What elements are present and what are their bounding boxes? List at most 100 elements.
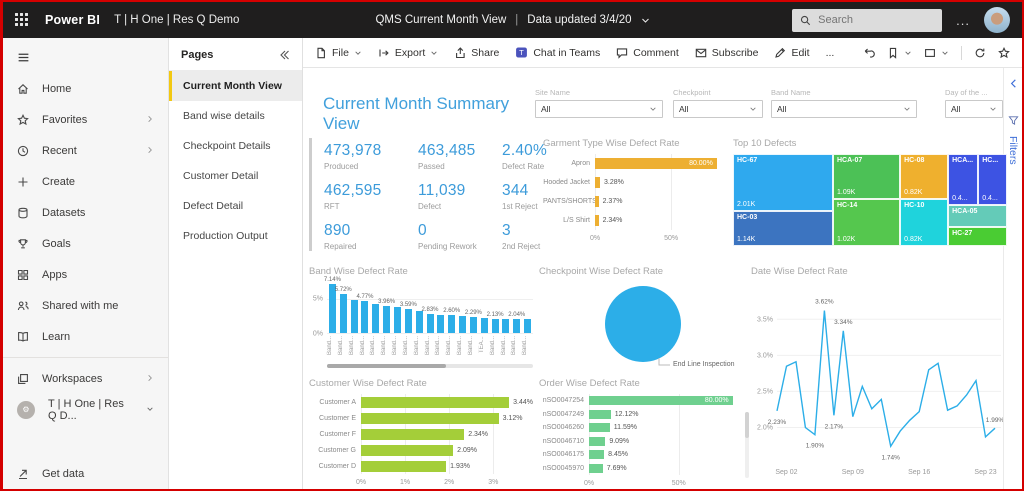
filter-funnel-icon[interactable]: [1008, 115, 1019, 126]
data-bar[interactable]: 80.00%: [595, 158, 717, 169]
data-bar[interactable]: [479, 282, 490, 333]
actionbar-edit-button[interactable]: Edit: [774, 47, 809, 59]
powerbi-logo-text[interactable]: Power BI: [45, 13, 100, 27]
data-bar[interactable]: [501, 282, 512, 333]
bookmarks-button[interactable]: [887, 47, 912, 59]
data-bar[interactable]: 2.13%: [490, 282, 501, 333]
data-bar[interactable]: [595, 215, 599, 226]
slicer-dropdown[interactable]: All: [673, 100, 763, 118]
sidebar-item-t-h-one-res-q-d-[interactable]: ⚙T | H One | Res Q D...: [3, 394, 168, 425]
kpi-summary-card[interactable]: 473,978 Produced 463,485 Passed 2.40% De…: [309, 138, 539, 254]
data-bar[interactable]: [361, 461, 446, 472]
pie-slice[interactable]: [605, 286, 681, 362]
refresh-button[interactable]: [974, 47, 986, 59]
treemap-cell-HCA05[interactable]: HCA-05: [948, 205, 1007, 227]
line-chart[interactable]: 3.5%3.0%2.5%2.0%Sep 02Sep 09Sep 16Sep 23…: [751, 282, 1003, 478]
data-bar[interactable]: [589, 464, 603, 473]
data-bar[interactable]: [589, 410, 611, 419]
actionbar-comment-button[interactable]: Comment: [616, 47, 679, 59]
page-tab-band-wise-details[interactable]: Band wise details: [169, 101, 302, 131]
slicer-dropdown[interactable]: All: [945, 100, 1003, 118]
sidebar-item-apps[interactable]: Apps: [3, 259, 168, 290]
treemap-cell-HC[interactable]: HC... 0.4...: [978, 154, 1007, 205]
search-input[interactable]: [818, 14, 918, 26]
data-bar[interactable]: [595, 196, 599, 207]
hamburger-menu-button[interactable]: [3, 42, 168, 73]
data-bar[interactable]: [589, 423, 610, 432]
page-tab-checkpoint-details[interactable]: Checkpoint Details: [169, 131, 302, 161]
data-bar[interactable]: [522, 282, 533, 333]
sidebar-item-favorites[interactable]: Favorites: [3, 104, 168, 135]
workspace-breadcrumb[interactable]: T | H One | Res Q Demo: [114, 14, 239, 26]
sidebar-item-recent[interactable]: Recent: [3, 135, 168, 166]
data-bar[interactable]: 4.77%: [360, 282, 371, 333]
actionbar-export-button[interactable]: Export: [378, 47, 438, 59]
treemap-cell-HCA[interactable]: HCA... 0.4...: [948, 154, 978, 205]
treemap-cell-HC14[interactable]: HC-14 1.02K: [833, 199, 900, 246]
data-bar[interactable]: 2.60%: [446, 282, 457, 333]
collapse-pages-icon[interactable]: [278, 49, 290, 61]
chart-scrollbar[interactable]: [327, 364, 533, 368]
actionbar-share-button[interactable]: Share: [454, 47, 499, 59]
band-defect-rate-panel[interactable]: Band Wise Defect Rate 5%0% 7.14% 5.72% 4…: [309, 266, 533, 372]
top-10-defects-panel[interactable]: Top 10 Defects HC-67 2.01K HC-03 1.14K H…: [733, 138, 1007, 254]
user-avatar[interactable]: [984, 7, 1010, 33]
date-defect-rate-panel[interactable]: Date Wise Defect Rate 3.5%3.0%2.5%2.0%Se…: [751, 266, 1007, 482]
chart-scrollbar[interactable]: [745, 412, 749, 478]
treemap-cell-HC27[interactable]: HC-27: [948, 227, 1007, 246]
sidebar-item-workspaces[interactable]: Workspaces: [3, 363, 168, 394]
reset-view-button[interactable]: [863, 47, 875, 59]
data-bar[interactable]: 2.04%: [511, 282, 522, 333]
chevron-down-icon[interactable]: [641, 16, 650, 25]
data-bar[interactable]: 2.29%: [468, 282, 479, 333]
slicer-dropdown[interactable]: All: [771, 100, 917, 118]
garment-defect-rate-panel[interactable]: Garment Type Wise Defect Rate Apron 80.0…: [543, 138, 729, 254]
data-bar[interactable]: 3.96%: [381, 282, 392, 333]
actionbar-file-button[interactable]: File: [315, 47, 362, 59]
data-bar[interactable]: [361, 397, 509, 408]
view-mode-button[interactable]: [924, 47, 949, 59]
page-tab-customer-detail[interactable]: Customer Detail: [169, 161, 302, 191]
customer-defect-rate-panel[interactable]: Customer Wise Defect Rate Customer A 3.4…: [309, 378, 533, 484]
search-box[interactable]: [792, 9, 942, 32]
sidebar-item-home[interactable]: Home: [3, 73, 168, 104]
page-tab-defect-detail[interactable]: Defect Detail: [169, 191, 302, 221]
sidebar-item-create[interactable]: Create: [3, 166, 168, 197]
app-launcher-waffle-icon[interactable]: [15, 13, 29, 27]
data-bar[interactable]: [349, 282, 360, 333]
get-data-button[interactable]: Get data: [3, 458, 168, 489]
actionbar-overflow-menu[interactable]: ...: [826, 47, 835, 59]
data-updated-label[interactable]: Data updated 3/4/20: [527, 14, 631, 26]
topbar-overflow-menu[interactable]: ...: [956, 13, 970, 28]
page-tab-production-output[interactable]: Production Output: [169, 221, 302, 251]
sidebar-item-goals[interactable]: Goals: [3, 228, 168, 259]
data-bar[interactable]: [361, 445, 453, 456]
treemap-cell-HC03[interactable]: HC-03 1.14K: [733, 211, 833, 246]
report-name[interactable]: QMS Current Month View: [375, 14, 506, 26]
filters-pane-label[interactable]: Filters: [1007, 136, 1019, 165]
treemap-cell-HC67[interactable]: HC-67 2.01K: [733, 154, 833, 211]
data-bar[interactable]: [589, 450, 604, 459]
treemap-cell-HCA07[interactable]: HCA-07 1.09K: [833, 154, 900, 199]
slicer-dropdown[interactable]: All: [535, 100, 663, 118]
actionbar-chat-in-teams-button[interactable]: TChat in Teams: [515, 46, 600, 59]
data-bar[interactable]: [361, 413, 499, 424]
data-bar[interactable]: [457, 282, 468, 333]
data-bar[interactable]: [370, 282, 381, 333]
sidebar-item-shared-with-me[interactable]: Shared with me: [3, 290, 168, 321]
data-bar[interactable]: 3.59%: [403, 282, 414, 333]
order-defect-rate-panel[interactable]: Order Wise Defect Rate nSO0047254 80.00%…: [539, 378, 747, 484]
treemap-cell-HC08[interactable]: HC-08 0.82K: [900, 154, 948, 199]
data-bar[interactable]: 2.83%: [425, 282, 436, 333]
page-tab-current-month-view[interactable]: Current Month View: [169, 71, 302, 101]
favorite-star-button[interactable]: [998, 47, 1010, 59]
actionbar-subscribe-button[interactable]: Subscribe: [695, 47, 759, 59]
data-bar[interactable]: 5.72%: [338, 282, 349, 333]
expand-filters-chevron-icon[interactable]: [1008, 78, 1019, 89]
data-bar[interactable]: [361, 429, 464, 440]
sidebar-item-learn[interactable]: Learn: [3, 321, 168, 352]
treemap-cell-HC10[interactable]: HC-10 0.82K: [900, 199, 948, 246]
data-bar[interactable]: [589, 437, 605, 446]
checkpoint-defect-rate-panel[interactable]: Checkpoint Wise Defect Rate End Line Ins…: [539, 266, 747, 372]
sidebar-item-datasets[interactable]: Datasets: [3, 197, 168, 228]
